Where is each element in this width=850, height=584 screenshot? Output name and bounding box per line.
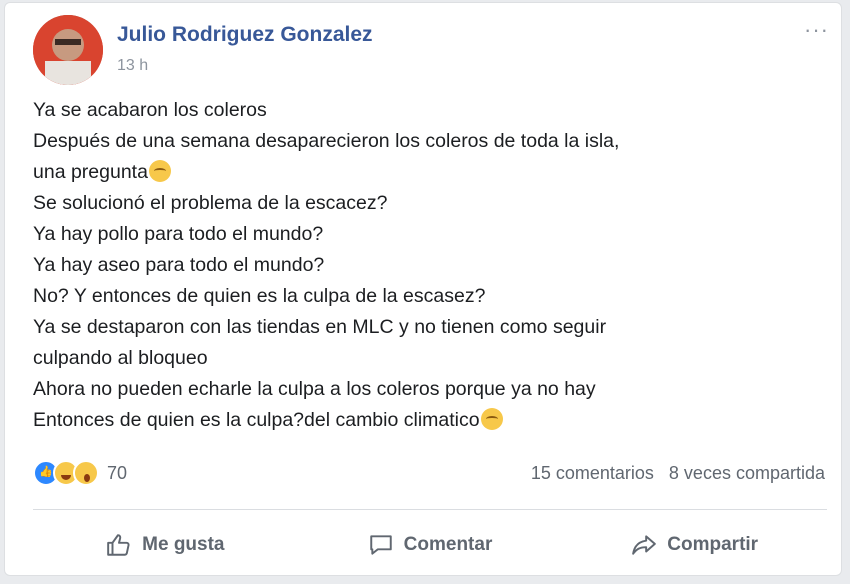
post-line: Después de una semana desaparecieron los… <box>33 130 620 152</box>
comment-button[interactable]: Comentar <box>298 532 563 558</box>
thinking-emoji-icon <box>480 408 503 430</box>
reaction-count[interactable]: 70 <box>107 463 127 484</box>
post-line-text: Entonces de quien es la culpa?del cambio… <box>33 409 480 431</box>
post-line: Ya se destaparon con las tiendas en MLC … <box>33 316 607 338</box>
wow-reaction-icon <box>73 460 99 486</box>
reactions-summary[interactable]: 70 <box>33 458 127 488</box>
thinking-emoji-icon <box>148 160 171 182</box>
comments-count[interactable]: 15 comentarios <box>531 463 654 483</box>
divider <box>33 509 827 510</box>
post-line: una pregunta <box>33 157 823 188</box>
shares-count[interactable]: 8 veces compartida <box>669 463 825 483</box>
post-actions: Me gusta Comentar Compartir <box>33 521 827 569</box>
post-line: Entonces de quien es la culpa?del cambio… <box>33 405 823 436</box>
post-line: culpando al bloqueo <box>33 347 208 369</box>
post-line: Se solucionó el problema de la escacez? <box>33 192 388 214</box>
author-name[interactable]: Julio Rodriguez Gonzalez <box>117 23 373 47</box>
more-options-icon[interactable]: ··· <box>804 17 829 43</box>
avatar-photo-icon <box>33 15 103 85</box>
share-label: Compartir <box>667 534 759 555</box>
post-stats: 15 comentarios 8 veces compartida <box>521 463 825 484</box>
thumbs-up-icon <box>107 534 130 556</box>
comment-icon <box>369 535 392 555</box>
post-line: No? Y entonces de quien es la culpa de l… <box>33 285 486 307</box>
post-line: Ya se acabaron los coleros <box>33 99 267 121</box>
post-time[interactable]: 13 h <box>117 57 148 75</box>
post-line: Ahora no pueden echarle la culpa a los c… <box>33 378 596 400</box>
post-line: Ya hay aseo para todo el mundo? <box>33 254 325 276</box>
post-line: Ya hay pollo para todo el mundo? <box>33 223 324 245</box>
post-text: Ya se acabaron los coleros Después de un… <box>33 95 823 436</box>
like-label: Me gusta <box>142 534 225 555</box>
avatar[interactable] <box>33 15 103 85</box>
share-arrow-icon <box>632 535 657 555</box>
post-card: Julio Rodriguez Gonzalez 13 h ··· Ya se … <box>4 2 842 576</box>
comment-label: Comentar <box>403 534 493 555</box>
post-line-text: una pregunta <box>33 161 148 183</box>
like-button[interactable]: Me gusta <box>33 532 298 558</box>
share-button[interactable]: Compartir <box>562 532 827 558</box>
